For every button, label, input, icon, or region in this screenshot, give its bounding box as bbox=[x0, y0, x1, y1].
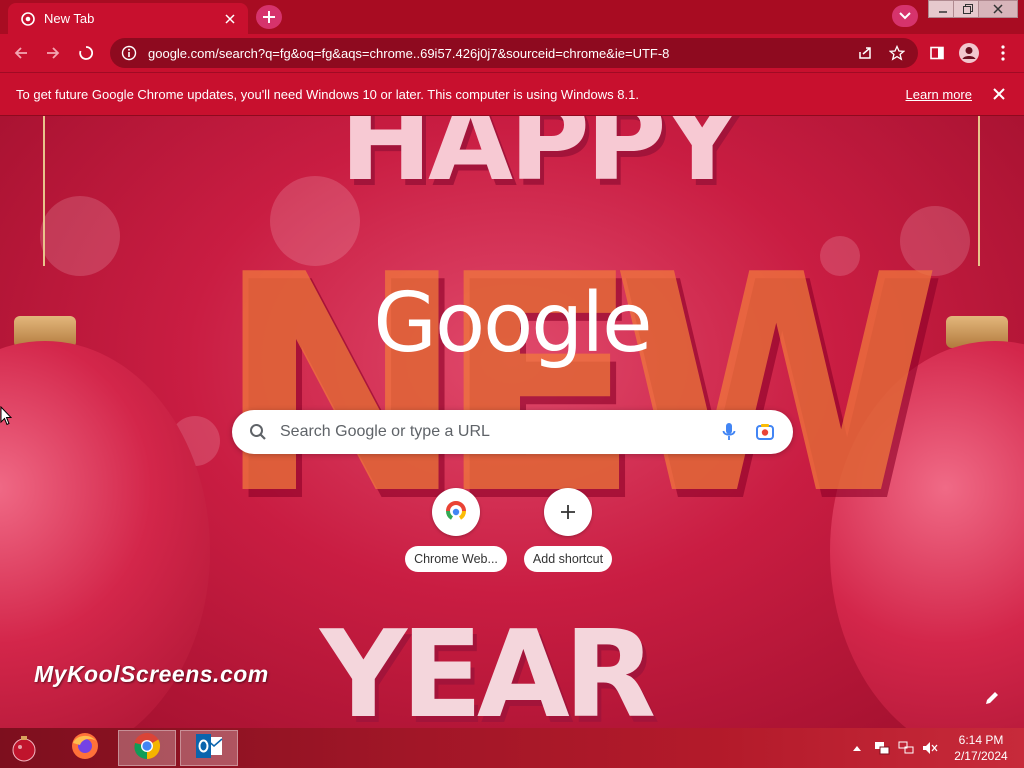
ornament-string bbox=[978, 116, 980, 266]
bokeh-light bbox=[40, 196, 120, 276]
ntp-search-box[interactable]: Search Google or type a URL bbox=[232, 410, 793, 454]
google-logo: Google bbox=[373, 276, 652, 371]
system-clock[interactable]: 6:14 PM 2/17/2024 bbox=[946, 732, 1016, 764]
tab-close-icon[interactable] bbox=[222, 11, 238, 27]
tab-title: New Tab bbox=[44, 11, 95, 26]
infobar-close-icon[interactable] bbox=[990, 85, 1008, 103]
clock-date: 2/17/2024 bbox=[954, 749, 1008, 763]
shortcut-label: Chrome Web... bbox=[405, 546, 507, 572]
new-tab-page: HAPPY NEW YEAR Google Search Google or t… bbox=[0, 116, 1024, 728]
learn-more-link[interactable]: Learn more bbox=[906, 87, 972, 102]
clock-time: 6:14 PM bbox=[958, 733, 1004, 747]
stop-loading-button[interactable] bbox=[73, 40, 99, 66]
customize-pencil-icon[interactable] bbox=[980, 686, 1004, 710]
menu-kebab-icon[interactable] bbox=[990, 40, 1016, 66]
volume-muted-icon[interactable] bbox=[920, 728, 940, 768]
network-icon[interactable] bbox=[896, 728, 916, 768]
chrome-favicon-icon bbox=[20, 11, 36, 27]
watermark-text: MyKoolScreens.com bbox=[34, 661, 269, 687]
outlook-icon bbox=[194, 733, 224, 764]
taskbar-firefox[interactable] bbox=[56, 730, 114, 766]
background-year-text: YEAR bbox=[320, 606, 656, 729]
tab-search-button[interactable] bbox=[892, 5, 918, 27]
new-tab-button[interactable] bbox=[256, 5, 282, 29]
close-window-button[interactable] bbox=[978, 0, 1018, 18]
shortcut-label: Add shortcut bbox=[523, 546, 613, 572]
firefox-icon bbox=[70, 731, 100, 766]
taskbar-chrome[interactable] bbox=[118, 730, 176, 766]
tab-new-tab[interactable]: New Tab bbox=[8, 3, 248, 34]
google-lens-camera-icon[interactable] bbox=[753, 420, 777, 444]
forward-button[interactable] bbox=[40, 40, 66, 66]
ornament-string bbox=[43, 116, 45, 266]
toolbar: google.com/search?q=fg&oq=fg&aqs=chrome.… bbox=[0, 34, 1024, 72]
add-shortcut-button[interactable]: Add shortcut bbox=[512, 488, 624, 572]
url-text[interactable]: google.com/search?q=fg&oq=fg&aqs=chrome.… bbox=[148, 46, 844, 61]
background-happy-text: HAPPY bbox=[340, 116, 742, 205]
chrome-icon bbox=[132, 731, 162, 766]
update-infobar: To get future Google Chrome updates, you… bbox=[0, 72, 1024, 116]
start-ornament-icon[interactable] bbox=[4, 731, 44, 765]
search-input[interactable]: Search Google or type a URL bbox=[280, 423, 705, 441]
chrome-web-store-icon bbox=[432, 488, 480, 536]
voice-search-mic-icon[interactable] bbox=[717, 420, 741, 444]
taskbar-outlook[interactable] bbox=[180, 730, 238, 766]
tray-show-hidden-icon[interactable] bbox=[850, 728, 864, 768]
site-info-icon[interactable] bbox=[120, 44, 138, 62]
taskbar: 6:14 PM 2/17/2024 bbox=[0, 728, 1024, 768]
bookmark-star-icon[interactable] bbox=[886, 42, 908, 64]
infobar-message: To get future Google Chrome updates, you… bbox=[16, 86, 639, 102]
tab-strip: New Tab bbox=[0, 0, 1024, 34]
shortcut-chrome-web-store[interactable]: Chrome Web... bbox=[400, 488, 512, 572]
plus-icon bbox=[544, 488, 592, 536]
action-center-flag-icon[interactable] bbox=[872, 728, 892, 768]
profile-avatar-icon[interactable] bbox=[956, 40, 982, 66]
share-icon[interactable] bbox=[854, 42, 876, 64]
address-bar[interactable]: google.com/search?q=fg&oq=fg&aqs=chrome.… bbox=[110, 38, 918, 68]
side-panel-icon[interactable] bbox=[924, 40, 950, 66]
back-button[interactable] bbox=[8, 40, 34, 66]
mouse-cursor-icon bbox=[0, 405, 13, 431]
search-icon bbox=[248, 422, 268, 442]
